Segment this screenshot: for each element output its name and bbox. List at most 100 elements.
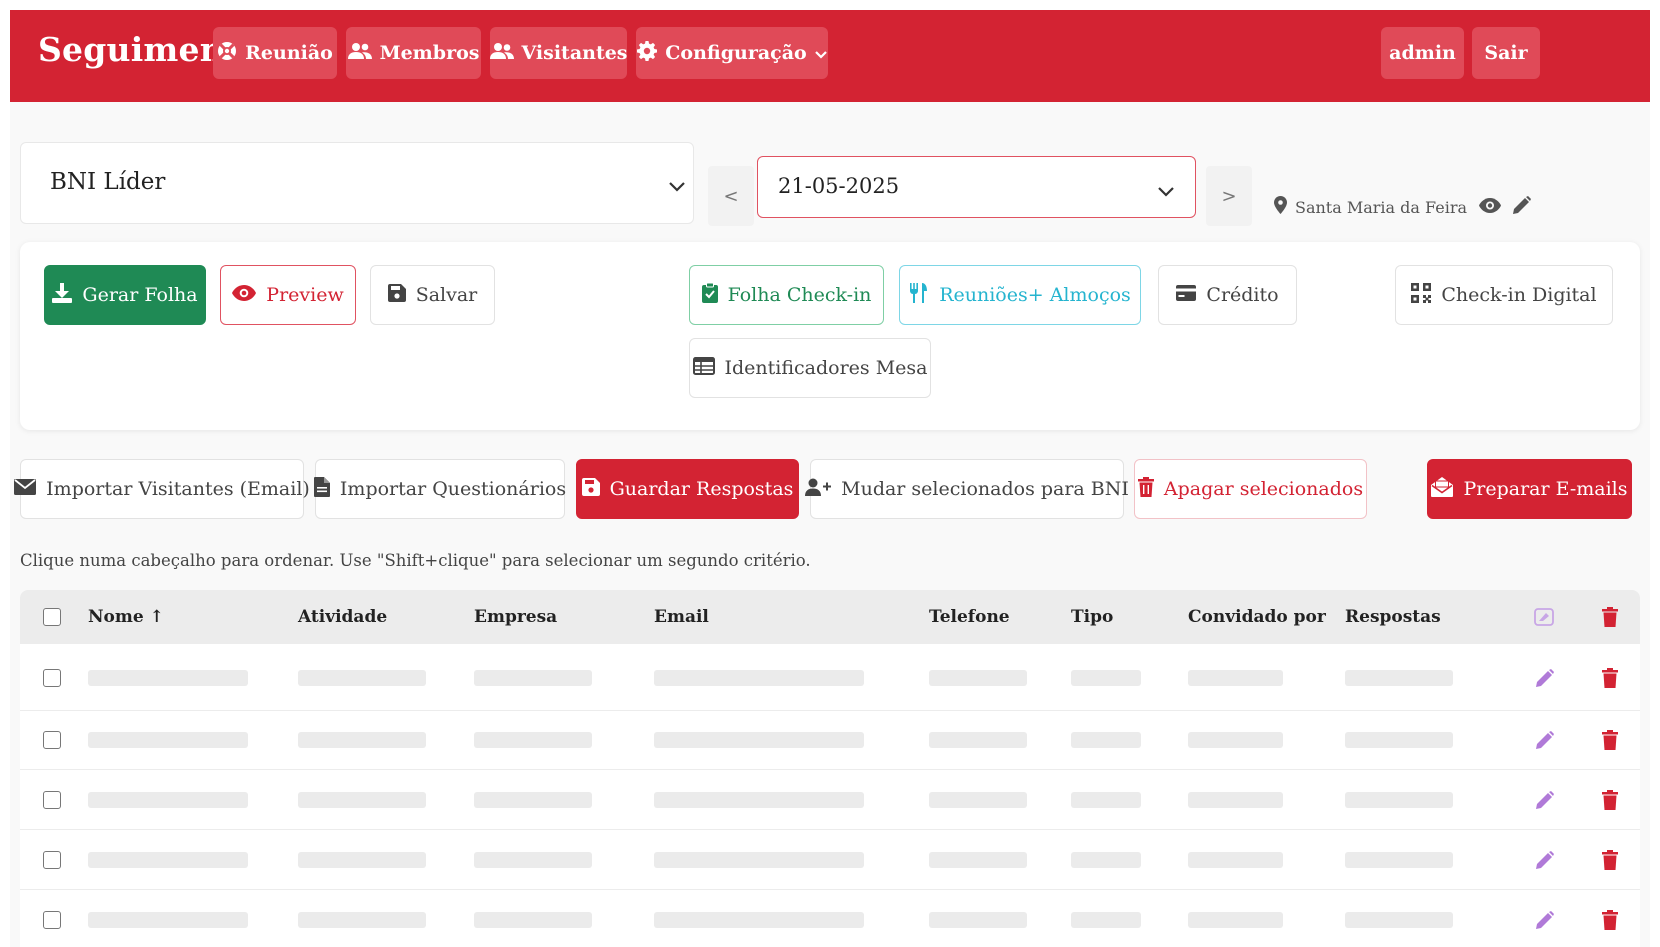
loading-placeholder bbox=[1188, 792, 1283, 808]
column-respostas[interactable]: Respostas bbox=[1345, 607, 1441, 627]
nav-visitantes-label: Visitantes bbox=[521, 42, 628, 64]
trash-icon[interactable] bbox=[1602, 668, 1618, 692]
credito-button[interactable]: Crédito bbox=[1158, 265, 1297, 325]
table-row[interactable] bbox=[20, 770, 1640, 830]
logout-button[interactable]: Sair bbox=[1472, 27, 1540, 79]
pencil-icon[interactable] bbox=[1536, 791, 1554, 813]
date-select[interactable]: 21-05-2025 bbox=[757, 156, 1196, 218]
identificadores-mesa-button[interactable]: Identificadores Mesa bbox=[689, 338, 931, 398]
column-nome[interactable]: Nome ↑ bbox=[88, 607, 164, 627]
row-checkbox[interactable] bbox=[43, 911, 61, 929]
trash-icon[interactable] bbox=[1602, 910, 1618, 934]
loading-placeholder bbox=[1345, 670, 1453, 686]
nav-configuracao[interactable]: Configuração bbox=[636, 27, 828, 79]
pencil-icon[interactable] bbox=[1536, 731, 1554, 753]
utensils-icon bbox=[909, 282, 929, 308]
select-all-checkbox[interactable] bbox=[43, 608, 61, 626]
importar-visitantes-label: Importar Visitantes (Email) bbox=[46, 478, 310, 500]
trash-icon bbox=[1137, 476, 1154, 502]
save-icon bbox=[581, 477, 600, 501]
column-convidado-por[interactable]: Convidado por bbox=[1188, 607, 1326, 627]
loading-placeholder bbox=[929, 852, 1027, 868]
mudar-selecionados-button[interactable]: Mudar selecionados para BNI bbox=[805, 459, 1129, 519]
loading-placeholder bbox=[474, 852, 592, 868]
loading-placeholder bbox=[88, 792, 248, 808]
pencil-icon[interactable] bbox=[1536, 911, 1554, 933]
pencil-icon[interactable] bbox=[1536, 669, 1554, 691]
table-row[interactable] bbox=[20, 830, 1640, 890]
salvar-button[interactable]: Salvar bbox=[370, 265, 495, 325]
loading-placeholder bbox=[474, 670, 592, 686]
user-friends-icon bbox=[489, 42, 514, 65]
importar-questionarios-button[interactable]: Importar Questionários bbox=[313, 459, 566, 519]
trash-icon[interactable] bbox=[1602, 730, 1618, 754]
user-plus-icon bbox=[805, 478, 832, 501]
apagar-selecionados-button[interactable]: Apagar selecionados bbox=[1134, 459, 1367, 519]
group-select[interactable]: BNI Líder bbox=[20, 142, 694, 224]
chevron-down-icon bbox=[669, 177, 685, 196]
column-email[interactable]: Email bbox=[654, 607, 709, 627]
row-checkbox[interactable] bbox=[43, 851, 61, 869]
nav-membros-label: Membros bbox=[379, 42, 480, 64]
preparar-emails-button[interactable]: Preparar E-mails bbox=[1427, 459, 1632, 519]
date-select-value: 21-05-2025 bbox=[778, 174, 900, 198]
trash-icon[interactable] bbox=[1602, 790, 1618, 814]
nav-reuniao[interactable]: Reunião bbox=[213, 27, 337, 79]
sort-hint: Clique numa cabeçalho para ordenar. Use … bbox=[20, 551, 811, 570]
map-marker-icon bbox=[1274, 196, 1287, 218]
eye-icon[interactable] bbox=[1479, 197, 1502, 217]
qrcode-icon bbox=[1411, 282, 1432, 308]
checkin-digital-button[interactable]: Check-in Digital bbox=[1395, 265, 1613, 325]
row-checkbox[interactable] bbox=[43, 731, 61, 749]
download-icon bbox=[52, 282, 73, 308]
loading-placeholder bbox=[654, 912, 864, 928]
loading-placeholder bbox=[88, 732, 248, 748]
envelope-open-icon bbox=[1431, 476, 1454, 502]
trash-icon[interactable] bbox=[1602, 850, 1618, 874]
table-row[interactable] bbox=[20, 709, 1640, 770]
folha-checkin-label: Folha Check-in bbox=[727, 284, 872, 306]
table-row[interactable] bbox=[20, 890, 1640, 947]
user-menu[interactable]: admin bbox=[1381, 27, 1464, 79]
gerar-folha-button[interactable]: Gerar Folha bbox=[44, 265, 206, 325]
row-checkbox[interactable] bbox=[43, 669, 61, 687]
column-atividade[interactable]: Atividade bbox=[298, 607, 387, 627]
loading-placeholder bbox=[88, 670, 248, 686]
loading-placeholder bbox=[1071, 732, 1141, 748]
actions-card: Gerar Folha Preview Salvar Folha Check-i… bbox=[20, 242, 1640, 430]
location-info: Santa Maria da Feira bbox=[1274, 196, 1532, 218]
preview-button[interactable]: Preview bbox=[220, 265, 356, 325]
column-empresa[interactable]: Empresa bbox=[474, 607, 557, 627]
checkin-digital-label: Check-in Digital bbox=[1441, 284, 1597, 306]
prev-date-button[interactable]: < bbox=[708, 166, 754, 226]
guardar-respostas-button[interactable]: Guardar Respostas bbox=[576, 459, 799, 519]
guardar-respostas-label: Guardar Respostas bbox=[609, 478, 794, 500]
loading-placeholder bbox=[1188, 912, 1283, 928]
folha-checkin-button[interactable]: Folha Check-in bbox=[689, 265, 884, 325]
chevron-down-icon bbox=[1158, 182, 1174, 201]
loading-placeholder bbox=[929, 792, 1027, 808]
loading-placeholder bbox=[298, 670, 426, 686]
next-date-button[interactable]: > bbox=[1206, 166, 1252, 226]
importar-visitantes-button[interactable]: Importar Visitantes (Email) bbox=[14, 459, 310, 519]
nav-membros[interactable]: Membros bbox=[346, 27, 481, 79]
column-telefone[interactable]: Telefone bbox=[929, 607, 1010, 627]
eraser-icon[interactable] bbox=[1534, 608, 1554, 630]
loading-placeholder bbox=[654, 852, 864, 868]
reunioes-almocos-label: Reuniões+ Almoços bbox=[939, 284, 1131, 306]
apagar-selecionados-label: Apagar selecionados bbox=[1163, 478, 1364, 500]
column-tipo[interactable]: Tipo bbox=[1071, 607, 1113, 627]
trash-icon[interactable] bbox=[1602, 607, 1618, 631]
nav-visitantes[interactable]: Visitantes bbox=[489, 27, 628, 79]
loading-placeholder bbox=[929, 670, 1027, 686]
pencil-icon[interactable] bbox=[1536, 851, 1554, 873]
pencil-icon[interactable] bbox=[1513, 196, 1532, 218]
table-row[interactable] bbox=[20, 644, 1640, 711]
loading-placeholder bbox=[1071, 852, 1141, 868]
reunioes-almocos-button[interactable]: Reuniões+ Almoços bbox=[899, 265, 1141, 325]
loading-placeholder bbox=[1071, 912, 1141, 928]
loading-placeholder bbox=[298, 732, 426, 748]
nav-reuniao-label: Reunião bbox=[245, 42, 333, 64]
row-checkbox[interactable] bbox=[43, 791, 61, 809]
preview-label: Preview bbox=[266, 284, 344, 306]
